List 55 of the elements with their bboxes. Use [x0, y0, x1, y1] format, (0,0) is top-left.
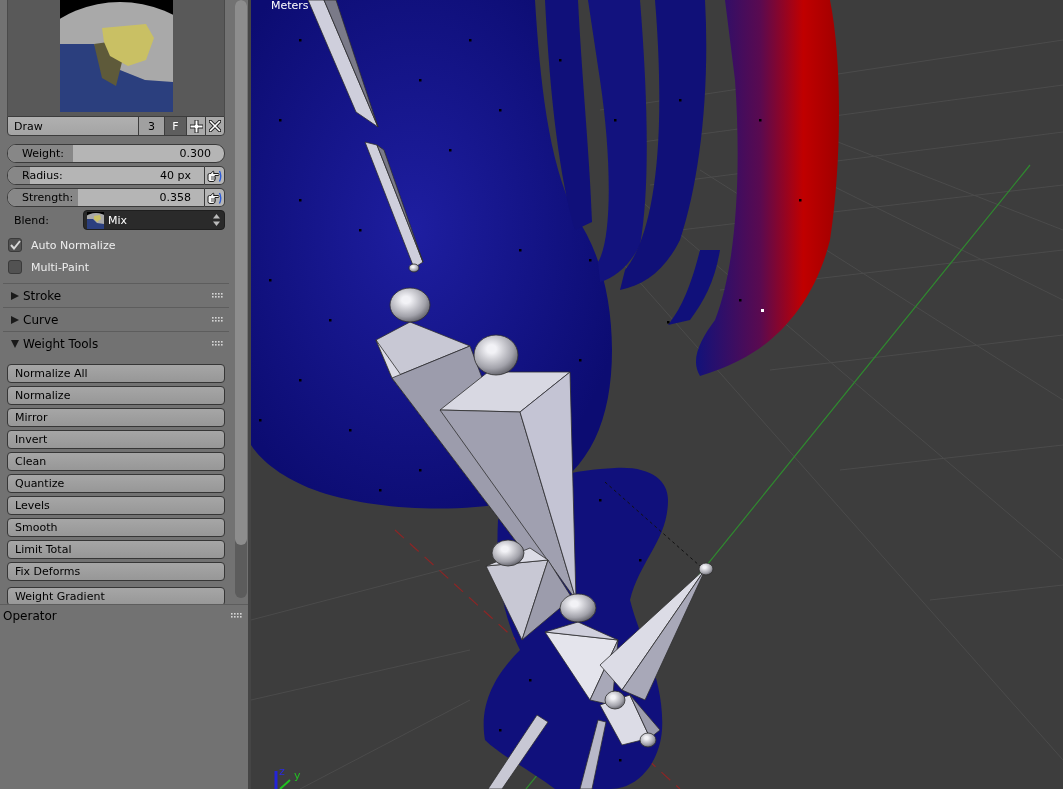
- user-count-field: 3: [138, 116, 165, 136]
- sphere-thumbnail-icon: [87, 211, 104, 229]
- unlink-brush-button[interactable]: [205, 116, 225, 136]
- bone-joint: [389, 287, 431, 323]
- tool-button[interactable]: Limit Total: [7, 540, 225, 559]
- units-label: Meters: [271, 0, 309, 12]
- checkbox-label[interactable]: Multi-Paint: [31, 260, 90, 274]
- panel-title[interactable]: Stroke: [23, 288, 208, 303]
- grip-icon: [212, 341, 223, 346]
- tool-button[interactable]: Normalize: [7, 386, 225, 405]
- tool-button[interactable]: Normalize All: [7, 364, 225, 383]
- blend-dropdown[interactable]: Mix: [83, 210, 225, 230]
- pointing-hand-icon: [207, 190, 222, 205]
- bone-joint: [408, 263, 420, 273]
- plus-icon: [189, 119, 203, 133]
- bone-joint: [698, 562, 714, 576]
- panel-title[interactable]: Curve: [23, 312, 208, 327]
- y-axis-gizmo-line: [279, 779, 291, 789]
- checkbox[interactable]: [8, 260, 22, 274]
- checkbox-label[interactable]: Auto Normalize: [31, 238, 116, 252]
- tool-button[interactable]: Smooth: [7, 518, 225, 537]
- checkmark-icon: [9, 240, 21, 250]
- checkbox[interactable]: [8, 238, 22, 252]
- add-brush-button[interactable]: [186, 116, 206, 136]
- panel-title[interactable]: Weight Tools: [23, 336, 208, 351]
- fake-user-toggle[interactable]: F: [164, 116, 187, 136]
- grip-icon: [212, 317, 223, 322]
- tool-button[interactable]: Invert: [7, 430, 225, 449]
- grip-icon: [212, 293, 223, 298]
- tool-button[interactable]: Mirror: [7, 408, 225, 427]
- tool-button[interactable]: Clean: [7, 452, 225, 471]
- tool-button[interactable]: Levels: [7, 496, 225, 515]
- tool-button[interactable]: Fix Deforms: [7, 562, 225, 581]
- tool-button[interactable]: Weight Gradient: [7, 587, 225, 604]
- pressure-toggle[interactable]: [205, 166, 225, 185]
- axis-label: z: [279, 765, 285, 778]
- pressure-toggle[interactable]: [205, 188, 225, 207]
- number-slider[interactable]: Radius: 40 px: [7, 166, 205, 185]
- grip-icon: [231, 613, 242, 618]
- bone-joint: [604, 690, 626, 710]
- bone-joint: [639, 732, 657, 748]
- z-axis-gizmo-line: [274, 771, 278, 789]
- updown-arrows-icon: [213, 214, 220, 226]
- axis-label: y: [294, 769, 301, 782]
- number-slider[interactable]: Strength: 0.358: [7, 188, 205, 207]
- brush-name-field[interactable]: Draw: [7, 116, 139, 136]
- bone-joint: [491, 539, 525, 567]
- panel-title[interactable]: Operator: [3, 608, 231, 623]
- blend-label: Blend:: [13, 213, 51, 227]
- x-icon: [209, 120, 221, 132]
- bone-joint: [559, 593, 597, 623]
- bone-joint: [473, 334, 519, 376]
- number-slider[interactable]: Weight: 0.300: [7, 144, 225, 163]
- tool-button[interactable]: Quantize: [7, 474, 225, 493]
- pointing-hand-icon: [207, 168, 222, 183]
